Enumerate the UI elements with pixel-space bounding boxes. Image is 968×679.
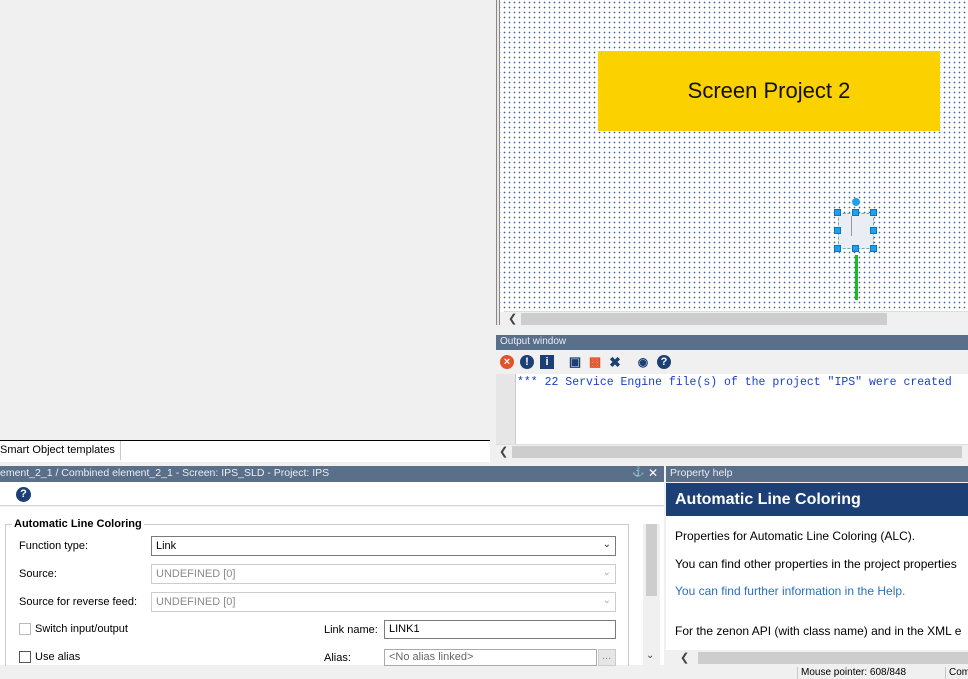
info-filter-icon[interactable]: i	[540, 355, 554, 369]
scroll-thumb[interactable]	[646, 524, 657, 596]
error-filter-icon[interactable]: ×	[500, 355, 514, 369]
function-type-select[interactable]: Link ⌄	[151, 536, 616, 556]
properties-toolbar	[0, 482, 664, 506]
scroll-thumb[interactable]	[512, 446, 962, 458]
link-name-input[interactable]: LINK1	[384, 620, 616, 639]
warning-filter-icon[interactable]: !	[520, 355, 534, 369]
resize-handle-w[interactable]	[834, 227, 841, 234]
source-label: Source:	[19, 568, 57, 580]
mouse-pointer-readout: Mouse pointer: 608/848	[797, 667, 945, 679]
properties-vertical-scrollbar[interactable]	[643, 524, 660, 665]
resize-handle-sw[interactable]	[834, 245, 841, 252]
output-window-title: Output window	[496, 335, 968, 350]
resize-handle-se[interactable]	[870, 245, 877, 252]
resize-handle-s[interactable]	[852, 245, 859, 252]
tab-smart-object-templates[interactable]: Smart Object templates	[0, 441, 121, 460]
output-gutter	[496, 374, 516, 444]
workspace-pane	[0, 0, 490, 440]
link-name-label: Link name:	[324, 624, 378, 636]
screen-title-element[interactable]: Screen Project 2	[598, 51, 940, 131]
resize-handle-ne[interactable]	[870, 209, 877, 216]
scroll-left-icon[interactable]: ❮	[499, 445, 508, 458]
screen-editor-canvas[interactable]	[496, 0, 968, 312]
help-paragraph: For the zenon API (with class name) and …	[675, 624, 962, 638]
output-toolbar: × ! i ▣ ▩ ✖ ◉ ?	[496, 350, 968, 374]
function-type-value: Link	[156, 540, 177, 552]
element-inner-line	[851, 216, 861, 236]
use-alias-label: Use alias	[35, 651, 81, 663]
scroll-thumb[interactable]	[698, 652, 968, 664]
resize-handle-e[interactable]	[870, 227, 877, 234]
scroll-left-icon[interactable]: ❮	[680, 651, 689, 664]
reverse-source-value: UNDEFINED [0]	[156, 596, 236, 608]
resize-handle-nw[interactable]	[834, 209, 841, 216]
output-horizontal-scrollbar[interactable]: ❮	[496, 444, 968, 459]
canvas-horizontal-scrollbar[interactable]: ❮	[505, 311, 968, 325]
close-icon[interactable]: ✕	[648, 466, 658, 480]
use-alias-checkbox[interactable]	[19, 651, 31, 663]
help-paragraph: You can find other properties in the pro…	[675, 557, 957, 571]
chevron-down-icon: ⌄	[602, 567, 611, 578]
browse-label: ...	[602, 650, 612, 662]
properties-title: ement_2_1 / Combined element_2_1 - Scree…	[0, 466, 664, 482]
help-link[interactable]: You can find further information in the …	[675, 584, 905, 598]
pin-icon[interactable]: ⚓	[632, 467, 644, 478]
connection-line[interactable]	[855, 255, 858, 300]
copy-icon[interactable]: ▩	[588, 355, 602, 369]
alias-field[interactable]: <No alias linked>	[384, 649, 597, 666]
property-help-title: Property help	[666, 466, 968, 482]
scroll-thumb[interactable]	[521, 313, 887, 325]
help-paragraph: Properties for Automatic Line Coloring (…	[675, 529, 916, 543]
switch-io-label: Switch input/output	[35, 623, 128, 635]
chevron-down-icon[interactable]: ⌄	[603, 539, 611, 550]
chevron-down-icon: ⌄	[602, 595, 611, 606]
resize-handle-n[interactable]	[852, 209, 859, 216]
source-select: UNDEFINED [0] ⌄	[151, 564, 616, 584]
scroll-left-icon[interactable]: ❮	[508, 312, 517, 325]
help-icon[interactable]: ?	[657, 355, 671, 369]
help-heading: Automatic Line Coloring	[666, 483, 968, 516]
clear-icon[interactable]: ✖	[608, 355, 622, 369]
switch-io-checkbox	[19, 623, 31, 635]
function-type-label: Function type:	[19, 540, 89, 552]
reverse-source-label: Source for reverse feed:	[19, 596, 138, 608]
status-extra: Com	[945, 667, 968, 679]
find-icon[interactable]: ◉	[636, 355, 650, 369]
alias-browse-button[interactable]: ...	[598, 649, 616, 666]
canvas-left-edge	[496, 0, 500, 325]
output-message: *** 22 Service Engine file(s) of the pro…	[516, 374, 968, 444]
save-icon[interactable]: ▣	[568, 355, 582, 369]
source-value: UNDEFINED [0]	[156, 568, 236, 580]
scroll-down-icon[interactable]: ⌄	[646, 650, 654, 661]
link-name-value: LINK1	[389, 623, 420, 635]
help-horizontal-scrollbar[interactable]: ❮	[666, 650, 968, 666]
alias-label: Alias:	[324, 652, 351, 664]
group-title: Automatic Line Coloring	[12, 518, 144, 530]
rotation-handle[interactable]	[852, 198, 860, 206]
alias-placeholder: <No alias linked>	[389, 651, 474, 663]
reverse-source-select: UNDEFINED [0] ⌄	[151, 592, 616, 612]
help-icon[interactable]: ?	[16, 487, 31, 502]
